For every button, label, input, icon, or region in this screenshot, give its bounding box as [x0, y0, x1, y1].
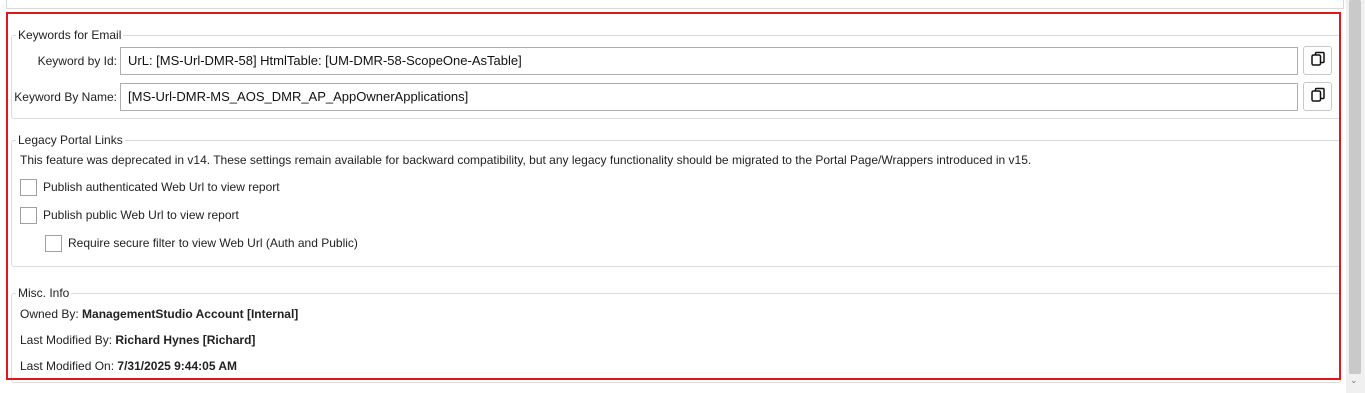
highlight-border — [6, 12, 1341, 380]
scroll-down-arrow-icon[interactable]: ⌄ — [1350, 375, 1358, 385]
previous-panel-edge — [6, 0, 1344, 9]
scrollbar-thumb[interactable] — [1349, 0, 1361, 374]
